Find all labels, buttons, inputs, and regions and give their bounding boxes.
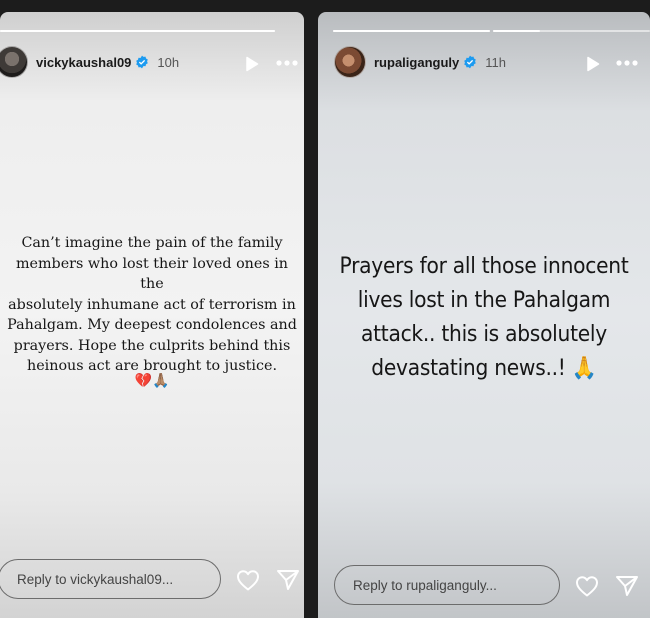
heart-icon[interactable] — [575, 575, 599, 597]
verified-badge-icon — [464, 55, 477, 69]
reply-input[interactable]: Reply to rupaliganguly... — [334, 565, 560, 605]
story-text-line: members who lost their loved ones in the — [15, 255, 289, 293]
post-time: 11h — [485, 54, 506, 70]
reply-placeholder: Reply to vickykaushal09... — [17, 571, 174, 587]
username[interactable]: rupaliganguly — [374, 55, 459, 70]
play-icon[interactable] — [586, 56, 600, 72]
story-progress-bar — [333, 30, 490, 32]
story-text-line: Can’t imagine the pain of the family — [21, 235, 283, 251]
story-text-line: Prayers for all those innocent — [339, 254, 629, 279]
story-panel-rupaliganguly: rupaliganguly 11h Prayers for all those … — [318, 12, 650, 618]
heart-icon[interactable] — [236, 569, 260, 591]
story-text-line: absolutely inhumane act of terrorism in — [8, 296, 296, 313]
more-options-icon[interactable] — [616, 59, 638, 67]
more-options-icon[interactable] — [276, 59, 298, 67]
avatar[interactable] — [0, 46, 28, 78]
story-progress-fill — [333, 30, 490, 32]
story-text-line: prayers. Hope the culprits behind this — [13, 337, 291, 354]
username[interactable]: vickykaushal09 — [36, 55, 131, 70]
story-text-line: lives lost in the Pahalgam — [357, 288, 611, 313]
story-header: vickykaushal09 10h — [0, 46, 179, 78]
story-text: Can’t imagine the pain of the family mem… — [0, 233, 304, 377]
story-emojis: 💔🙏🏽 — [134, 372, 170, 388]
story-header: rupaliganguly 11h — [334, 46, 506, 78]
story-text-line: attack.. this is absolutely — [361, 322, 607, 347]
reply-placeholder: Reply to rupaliganguly... — [353, 577, 497, 593]
reply-input[interactable]: Reply to vickykaushal09... — [0, 559, 221, 599]
send-icon[interactable] — [276, 569, 300, 591]
story-panel-vickykaushal09: vickykaushal09 10h Can’t imagine the pai… — [0, 12, 304, 618]
story-text-line: devastating news..! 🙏 — [371, 356, 597, 381]
post-time: 10h — [157, 54, 180, 70]
avatar[interactable] — [334, 46, 366, 78]
story-text-line: Pahalgam. My deepest condolences and — [7, 317, 297, 333]
story-progress-bar — [0, 30, 275, 32]
story-progress-fill — [493, 30, 541, 32]
play-icon[interactable] — [245, 56, 259, 72]
verified-badge-icon — [136, 55, 149, 69]
send-icon[interactable] — [615, 575, 639, 597]
story-text: Prayers for all those innocent lives los… — [331, 250, 636, 386]
story-progress-bar — [493, 30, 650, 32]
story-progress-fill — [0, 30, 275, 32]
